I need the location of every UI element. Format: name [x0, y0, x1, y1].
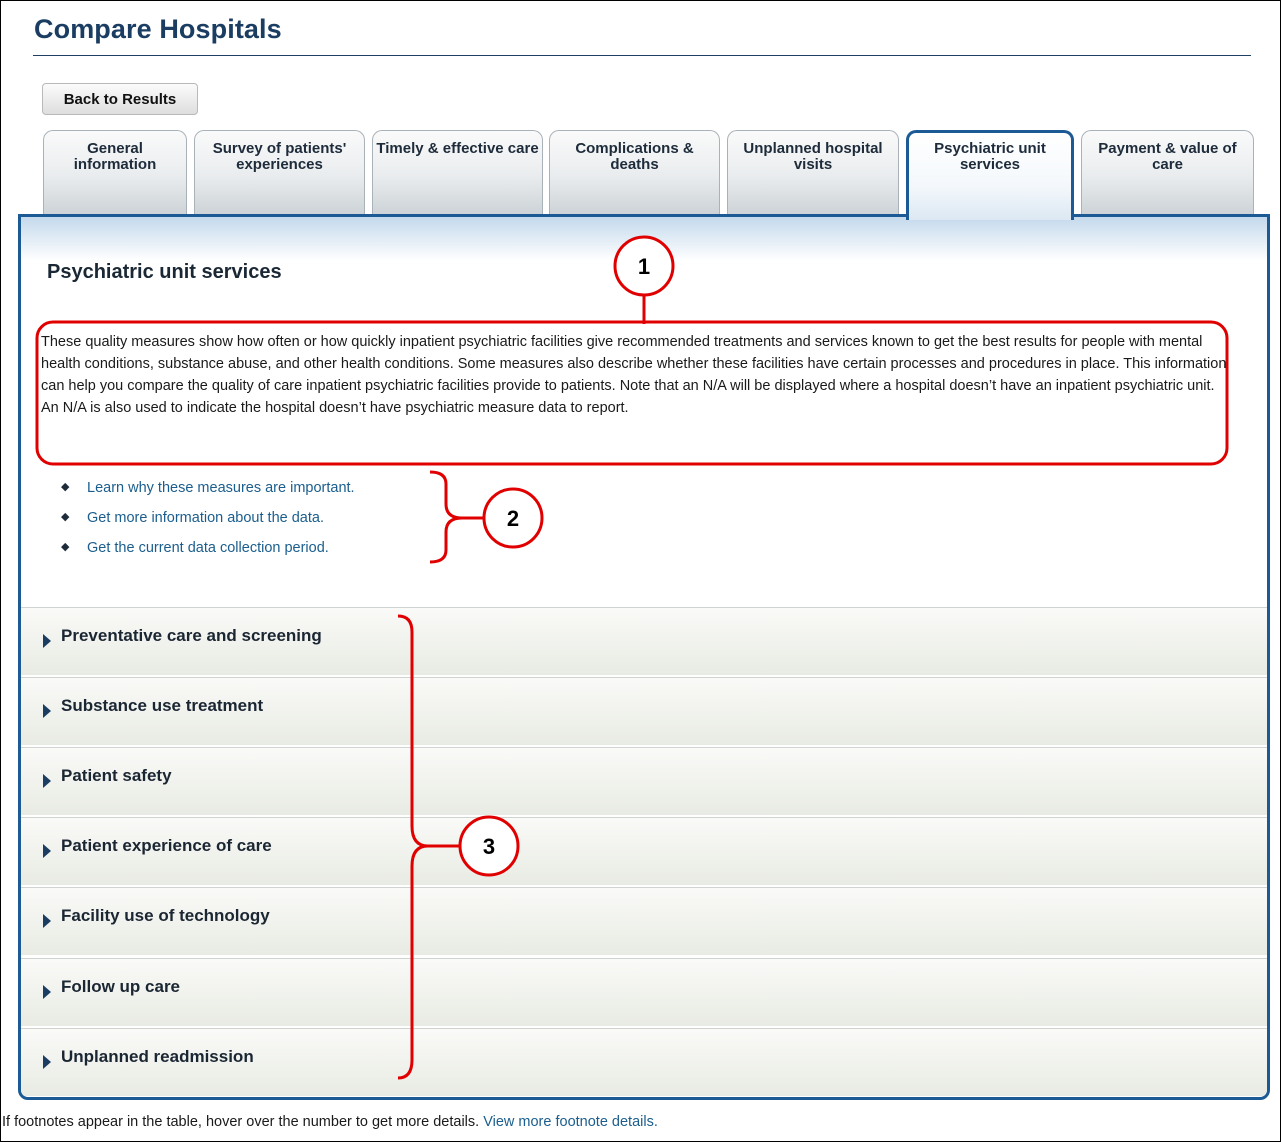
accordion-label: Facility use of technology: [61, 906, 270, 925]
psychiatric-services-panel: Psychiatric unit services These quality …: [18, 214, 1270, 1100]
diamond-bullet-icon: ◆: [61, 511, 70, 523]
accordion-preventative-care[interactable]: Preventative care and screening: [21, 607, 1267, 675]
tab-timely-effective-care[interactable]: Timely & effective care: [372, 130, 543, 214]
tab-psychiatric-unit-services[interactable]: Psychiatric unit services: [906, 130, 1074, 220]
accordion-patient-experience[interactable]: Patient experience of care: [21, 817, 1267, 885]
tab-payment-value-of-care[interactable]: Payment & value of care: [1081, 130, 1254, 214]
accordion-follow-up-care[interactable]: Follow up care: [21, 958, 1267, 1026]
expand-arrow-icon: [43, 774, 51, 788]
panel-header-gradient: [21, 217, 1267, 261]
footnote-details-link[interactable]: View more footnote details.: [483, 1114, 658, 1130]
footnote-text: If footnotes appear in the table, hover …: [2, 1114, 658, 1130]
info-link-item: ◆ Learn why these measures are important…: [61, 479, 355, 509]
accordion-unplanned-readmission[interactable]: Unplanned readmission: [21, 1028, 1267, 1096]
info-link-item: ◆ Get the current data collection period…: [61, 539, 355, 569]
expand-arrow-icon: [43, 704, 51, 718]
data-collection-period-link[interactable]: Get the current data collection period.: [87, 540, 329, 556]
expand-arrow-icon: [43, 1055, 51, 1069]
expand-arrow-icon: [43, 634, 51, 648]
diamond-bullet-icon: ◆: [61, 541, 70, 553]
measures-description: These quality measures show how often or…: [41, 334, 1227, 416]
tab-general-information[interactable]: General information: [43, 130, 187, 214]
page-title: Compare Hospitals: [34, 14, 282, 44]
diamond-bullet-icon: ◆: [61, 481, 70, 493]
footnote-message: If footnotes appear in the table, hover …: [2, 1114, 480, 1130]
expand-arrow-icon: [43, 914, 51, 928]
accordion-label: Follow up care: [61, 977, 181, 996]
accordion-label: Patient safety: [61, 766, 172, 785]
panel-title: Psychiatric unit services: [47, 261, 282, 283]
expand-arrow-icon: [43, 844, 51, 858]
accordion-facility-technology[interactable]: Facility use of technology: [21, 887, 1267, 955]
title-divider: [33, 55, 1251, 56]
tab-survey-of-patients-experiences[interactable]: Survey of patients' experiences: [194, 130, 365, 214]
tab-unplanned-hospital-visits[interactable]: Unplanned hospital visits: [727, 130, 899, 214]
accordion-label: Patient experience of care: [61, 836, 272, 855]
accordion-label: Unplanned readmission: [61, 1047, 254, 1066]
more-data-info-link[interactable]: Get more information about the data.: [87, 510, 324, 526]
accordion-patient-safety[interactable]: Patient safety: [21, 747, 1267, 815]
accordion-label: Preventative care and screening: [61, 626, 322, 645]
back-to-results-button[interactable]: Back to Results: [42, 83, 198, 115]
tab-complications-deaths[interactable]: Complications & deaths: [549, 130, 720, 214]
info-link-item: ◆ Get more information about the data.: [61, 509, 355, 539]
expand-arrow-icon: [43, 985, 51, 999]
why-measures-important-link[interactable]: Learn why these measures are important.: [87, 480, 355, 496]
accordion-label: Substance use treatment: [61, 696, 264, 715]
accordion-substance-use-treatment[interactable]: Substance use treatment: [21, 677, 1267, 745]
info-links-list: ◆ Learn why these measures are important…: [61, 479, 355, 569]
